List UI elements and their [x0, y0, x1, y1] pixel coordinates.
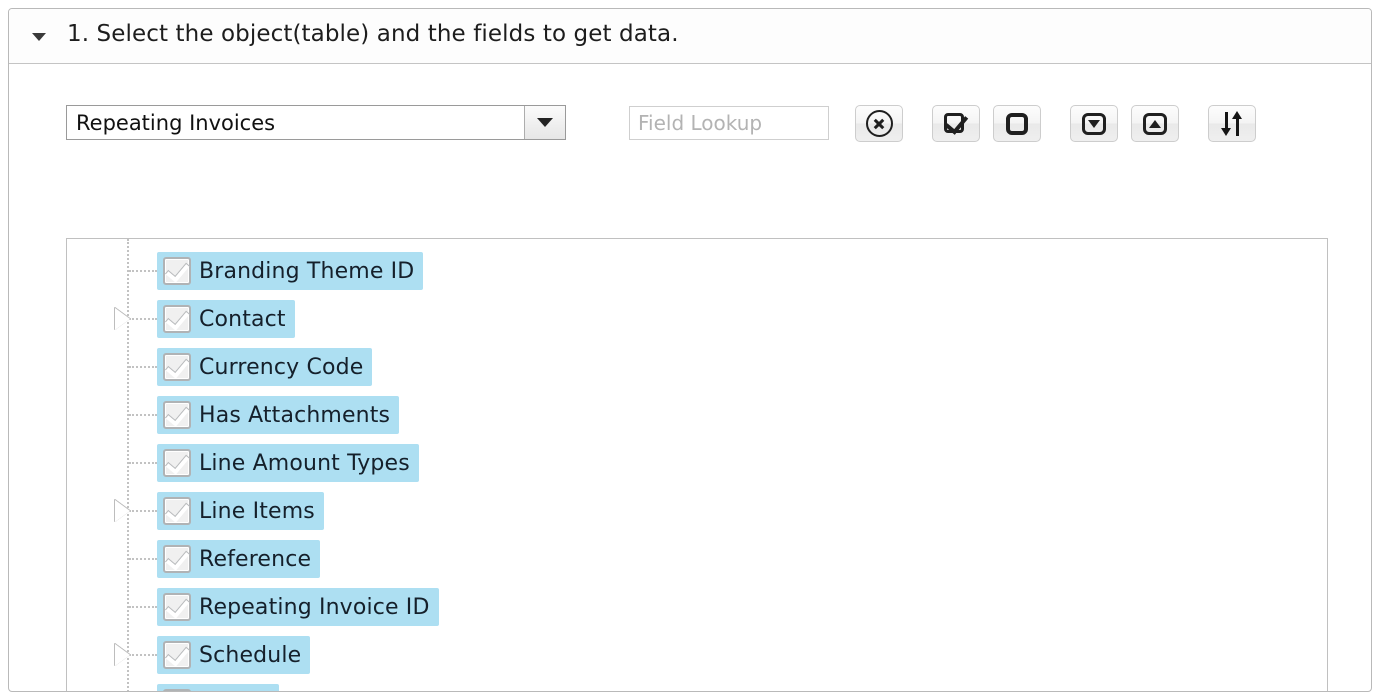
- tree-row[interactable]: Repeating Invoice ID: [67, 583, 1327, 631]
- tree-node-label: Branding Theme ID: [199, 258, 415, 284]
- tree-row-gutter: [67, 247, 157, 295]
- square-triangle-down-icon: [1082, 112, 1106, 135]
- screen-root: 1. Select the object(table) and the fiel…: [0, 0, 1380, 694]
- tree-connector-line: [129, 318, 157, 320]
- tree-node[interactable]: Repeating Invoice ID: [157, 588, 439, 626]
- object-table-select[interactable]: Repeating Invoices: [66, 105, 566, 140]
- tree-node[interactable]: Reference: [157, 540, 321, 578]
- tree-expander-icon[interactable]: [115, 500, 130, 522]
- page-title: 1. Select the object(table) and the fiel…: [67, 21, 679, 47]
- circle-x-icon: [865, 110, 893, 137]
- tree-node[interactable]: Status: [157, 684, 280, 692]
- tree-expander-icon[interactable]: [115, 644, 130, 666]
- tree-node[interactable]: Schedule: [157, 636, 311, 674]
- tree-row-gutter: [67, 295, 157, 343]
- tree-node-label: Line Amount Types: [199, 450, 410, 476]
- check-glyph: [165, 594, 190, 619]
- tree-node-label: Contact: [199, 306, 286, 332]
- tree-node-label: Reference: [199, 546, 312, 572]
- step-panel: 1. Select the object(table) and the fiel…: [8, 8, 1372, 692]
- uncheck-all-button[interactable]: [993, 105, 1041, 142]
- field-tree-panel[interactable]: Branding Theme ID Contact Currency Code Has…: [66, 238, 1328, 692]
- check-glyph: [165, 690, 190, 691]
- tree-row[interactable]: Line Items: [67, 487, 1327, 535]
- checkbox-checked-icon[interactable]: [163, 353, 191, 381]
- tree-node-label: Has Attachments: [199, 402, 391, 428]
- checkbox-checked-icon[interactable]: [163, 305, 191, 333]
- step-panel-header: 1. Select the object(table) and the fiel…: [9, 9, 1371, 64]
- field-tree: Branding Theme ID Contact Currency Code Has…: [67, 239, 1327, 692]
- checkbox-checked-icon[interactable]: [163, 497, 191, 525]
- tree-node[interactable]: Branding Theme ID: [157, 252, 424, 290]
- tree-row[interactable]: Contact: [67, 295, 1327, 343]
- tree-row-gutter: [67, 391, 157, 439]
- tree-row[interactable]: Line Amount Types: [67, 439, 1327, 487]
- checkbox-checked-icon[interactable]: [163, 257, 191, 285]
- checkbox-checked-icon[interactable]: [163, 593, 191, 621]
- clear-lookup-button[interactable]: [855, 105, 903, 142]
- checkbox-checked-icon[interactable]: [163, 545, 191, 573]
- tree-row-gutter: [67, 343, 157, 391]
- check-glyph: [165, 306, 190, 331]
- tree-connector-line: [129, 414, 157, 416]
- chevron-down-glyph: [537, 118, 553, 127]
- tree-expander-icon[interactable]: [115, 308, 130, 330]
- check-glyph: [165, 402, 190, 427]
- tree-node-label: Line Items: [199, 498, 315, 524]
- tree-connector-line: [129, 606, 157, 608]
- tree-row[interactable]: Branding Theme ID: [67, 247, 1327, 295]
- checkbox-checked-icon[interactable]: [163, 689, 191, 691]
- square-triangle-up-icon: [1143, 112, 1167, 135]
- object-table-select-value: Repeating Invoices: [76, 110, 276, 135]
- tree-connector-line: [129, 270, 157, 272]
- check-glyph: [165, 642, 190, 667]
- tree-row[interactable]: Currency Code: [67, 343, 1327, 391]
- tree-node[interactable]: Line Items: [157, 492, 324, 530]
- tree-node-label: Repeating Invoice ID: [199, 594, 430, 620]
- tree-row-gutter: [67, 679, 157, 691]
- tree-row-gutter: [67, 487, 157, 535]
- tree-row-gutter: [67, 583, 157, 631]
- expand-all-button[interactable]: [1070, 105, 1118, 142]
- sort-toggle-button[interactable]: [1208, 105, 1256, 142]
- check-glyph: [165, 498, 190, 523]
- tree-node-label: Currency Code: [199, 354, 364, 380]
- checkbox-checked-icon[interactable]: [163, 641, 191, 669]
- tree-connector-line: [129, 462, 157, 464]
- tree-row-gutter: [67, 535, 157, 583]
- tree-row[interactable]: Has Attachments: [67, 391, 1327, 439]
- tree-row[interactable]: Reference: [67, 535, 1327, 583]
- tree-row[interactable]: Status: [67, 679, 1327, 692]
- square-empty-icon: [1006, 112, 1028, 135]
- tree-node-label: Status: [199, 691, 270, 692]
- step-panel-body: Repeating Invoices Field Lookup Branding…: [9, 64, 1371, 691]
- field-lookup-input[interactable]: [629, 106, 829, 140]
- check-glyph: [165, 546, 190, 571]
- check-all-button[interactable]: [932, 105, 980, 142]
- tree-node[interactable]: Contact: [157, 300, 295, 338]
- checkbox-checked-icon[interactable]: [163, 449, 191, 477]
- tree-row-gutter: [67, 439, 157, 487]
- tree-row[interactable]: Schedule: [67, 631, 1327, 679]
- tree-node[interactable]: Line Amount Types: [157, 444, 419, 482]
- tree-row-gutter: [67, 631, 157, 679]
- checkbox-checked-icon[interactable]: [163, 401, 191, 429]
- triangle-down-icon[interactable]: [31, 29, 49, 43]
- check-glyph: [165, 450, 190, 475]
- collapse-all-button[interactable]: [1131, 105, 1179, 142]
- chevron-down-icon[interactable]: [524, 106, 565, 139]
- check-glyph: [165, 258, 190, 283]
- tree-connector-line: [129, 366, 157, 368]
- tree-node-label: Schedule: [199, 642, 302, 668]
- triangle-down-glyph: [32, 33, 46, 41]
- sort-arrows-icon: [1219, 110, 1245, 137]
- checkbox-checked-icon: [944, 109, 969, 136]
- tree-connector-line: [129, 558, 157, 560]
- tree-connector-line: [129, 510, 157, 512]
- tree-node[interactable]: Currency Code: [157, 348, 373, 386]
- tree-connector-line: [129, 654, 157, 656]
- tree-node[interactable]: Has Attachments: [157, 396, 400, 434]
- check-glyph: [165, 354, 190, 379]
